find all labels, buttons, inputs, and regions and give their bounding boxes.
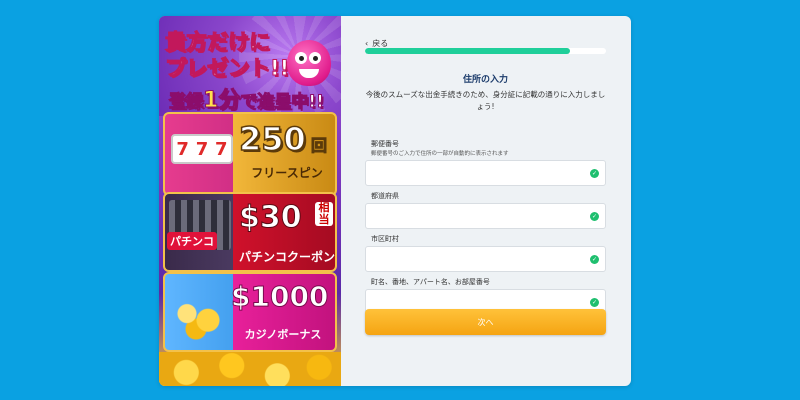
promo-banner: 貴方だけに プレゼント!! 登録1分で進呈中!! 7 7 7 250 回 フリー… [159,16,341,386]
pachinko-label: パチンコクーポン [239,250,336,264]
casino-bonus-amount: $1000 [230,280,329,314]
postal-code-hint: 郵便番号のご入力で住所の一部が自動的に表示されます [371,151,509,157]
prefecture-field[interactable]: ✓ [365,203,606,229]
city-label: 市区町村 [371,235,399,243]
check-icon: ✓ [590,255,599,264]
casino-bonus-label: カジノボーナス [244,328,322,341]
promo-header: 貴方だけに プレゼント!! 登録1分で進呈中!! [159,16,341,116]
chevron-left-icon: ‹ [365,39,369,48]
slot-reels-icon: 7 7 7 [171,134,233,164]
promo-headline-3-pre: 登録 [169,92,204,113]
prefecture-input[interactable] [366,205,586,229]
address-form: ‹ 戻る 住所の入力 今後のスムーズな出金手続きのため、身分証に記載の通りに入力… [365,16,607,386]
free-spins-unit: 回 [310,136,328,156]
pachinko-tag: パチンコ [167,232,217,250]
offer-casino-bonus: $1000 カジノボーナス [163,272,337,352]
check-icon: ✓ [590,169,599,178]
next-button[interactable]: 次へ [365,309,606,335]
coins-icon [169,296,229,340]
mascot-mouth [299,69,319,78]
offer-pachinko-coupon: パチンコ $30 相当 パチンコクーポン [163,192,337,272]
free-spins-amount: 250 [238,119,306,159]
mascot-image [287,40,331,86]
progress-bar [365,48,606,54]
offer-free-spins: 7 7 7 250 回 フリースピン [163,112,337,196]
mascot-eye-left [295,52,307,64]
postal-code-label: 郵便番号 [371,140,399,148]
mascot-eye-right [309,52,321,64]
check-icon: ✓ [590,212,599,221]
free-spins-label: フリースピン [251,166,323,180]
promo-headline-3-big: 1分 [202,88,241,114]
registration-card: 貴方だけに プレゼント!! 登録1分で進呈中!! 7 7 7 250 回 フリー… [159,16,631,386]
postal-code-field[interactable]: ✓ [365,160,606,186]
reel-3: 7 [215,138,228,160]
check-icon: ✓ [590,298,599,307]
promo-headline-3-post: で進呈中!! [240,92,325,113]
promo-headline-3: 登録1分で進呈中!! [169,82,325,114]
reel-2: 7 [195,138,209,160]
promo-headline-2: プレゼント!! [164,56,290,81]
street-label: 町名、番地、アパート名、お部屋番号 [371,278,490,286]
coin-pile-decoration [159,352,341,386]
reel-1: 7 [176,138,189,160]
pachinko-amount: $30 [239,200,303,236]
progress-fill [365,48,570,54]
prefecture-label: 都道府県 [371,192,399,200]
city-input[interactable] [366,248,586,272]
page-title: 住所の入力 [462,75,508,85]
form-description: 今後のスムーズな出金手続きのため、身分証に記載の通りに入力しましょう! [365,90,606,111]
city-field[interactable]: ✓ [365,246,606,272]
pachinko-unit: 相当 [315,202,333,226]
postal-code-input[interactable] [366,162,586,186]
